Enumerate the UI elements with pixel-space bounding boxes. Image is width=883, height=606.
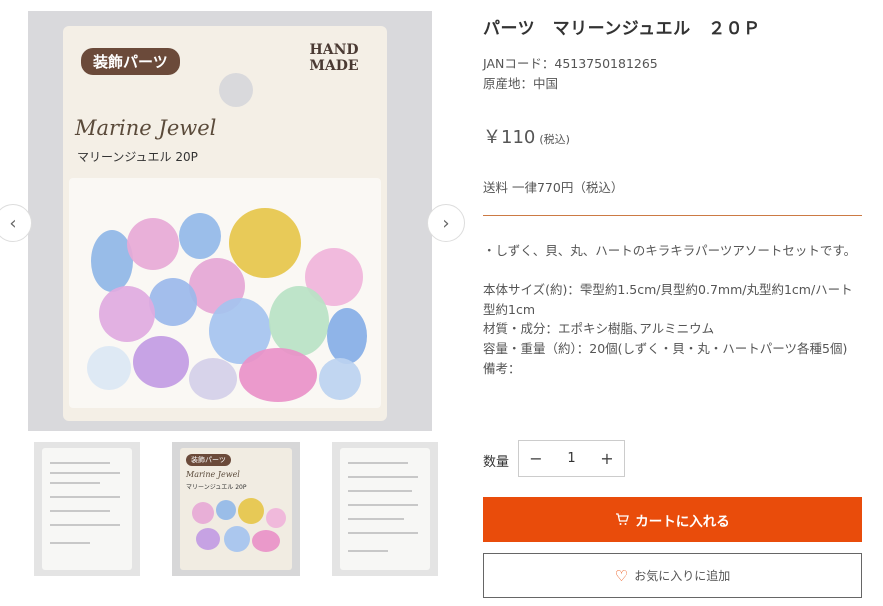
jewel (269, 286, 329, 356)
thumbnail-line (348, 462, 408, 464)
thumbnail-line (348, 504, 418, 506)
thumbnail-line (50, 472, 120, 474)
jewel (99, 286, 155, 342)
jewel (216, 500, 236, 520)
hang-hole (219, 73, 253, 107)
thumbnail-line (348, 490, 412, 492)
price-value: ￥110 (483, 127, 536, 148)
jewel (133, 336, 189, 388)
cart-icon (616, 513, 630, 525)
thumbnail-line (50, 542, 90, 544)
add-to-favorites-button[interactable]: ♡ お気に入りに追加 (483, 553, 862, 598)
jewel (149, 278, 197, 326)
thumbnail-line (348, 532, 418, 534)
jan-code: JANコード：4513750181265 (483, 56, 658, 71)
gallery-next-button[interactable]: › (427, 204, 465, 242)
add-to-favorites-label: お気に入りに追加 (634, 569, 731, 583)
jewel (266, 508, 286, 528)
thumbnail-strip: 装飾パーツ Marine Jewel マリーンジュエル 20P (34, 442, 438, 576)
package-card: 装飾パーツ HAND MADE Marine Jewel マリーンジュエル 20… (63, 26, 387, 421)
tax-note: (税込) (539, 133, 570, 146)
heart-icon: ♡ (614, 567, 629, 585)
package-badge: 装飾パーツ (81, 48, 180, 75)
jewel (319, 358, 361, 400)
jewel (238, 498, 264, 524)
thumbnail-back[interactable] (34, 442, 140, 576)
add-to-cart-label: カートに入れる (635, 513, 730, 529)
thumbnail-back-2[interactable] (332, 442, 438, 576)
jewel (192, 502, 214, 524)
shipping-info: 送料 一律770円（税込） (483, 180, 624, 195)
jewel (127, 218, 179, 270)
thumbnail-badge: 装飾パーツ (186, 454, 231, 466)
jewel (229, 208, 301, 278)
thumbnail-line (50, 496, 120, 498)
product-description: ・しずく、貝、丸、ハートのキラキラパーツアソートセットです。 本体サイズ(約)：… (483, 243, 857, 376)
quantity-input[interactable] (553, 451, 590, 466)
add-to-cart-button[interactable]: カートに入れる (483, 497, 862, 542)
thumbnail-line (50, 510, 110, 512)
jewel (239, 348, 317, 402)
thumbnail-line (348, 476, 418, 478)
divider (483, 215, 862, 216)
jewel (252, 530, 280, 552)
quantity-increase-button[interactable]: + (590, 449, 624, 468)
product-gallery: 装飾パーツ HAND MADE Marine Jewel マリーンジュエル 20… (0, 0, 466, 606)
main-product-image[interactable]: 装飾パーツ HAND MADE Marine Jewel マリーンジュエル 20… (28, 11, 432, 431)
thumbnail-line (50, 462, 110, 464)
package-subtitle: マリーンジュエル 20P (77, 150, 198, 164)
chevron-left-icon: ‹ (9, 212, 17, 234)
jewel-bag (69, 178, 381, 408)
package-brand: Marine Jewel (75, 116, 217, 140)
thumbnail-line (348, 550, 388, 552)
jewel (87, 346, 131, 390)
thumbnail-paper (42, 448, 132, 570)
origin: 原産地：中国 (483, 76, 559, 91)
thumbnail-line (50, 524, 120, 526)
jewel (179, 213, 221, 259)
thumbnail-line (348, 518, 404, 520)
price: ￥110 (税込) (483, 123, 570, 149)
quantity-label: 数量 (483, 455, 510, 470)
jewel (327, 308, 367, 364)
quantity-decrease-button[interactable]: − (519, 449, 553, 468)
quantity-stepper: − + (518, 440, 625, 477)
thumbnail-front[interactable]: 装飾パーツ Marine Jewel マリーンジュエル 20P (172, 442, 300, 576)
thumbnail-brand: Marine Jewel (186, 470, 240, 479)
jewel (196, 528, 220, 550)
thumbnail-subtitle: マリーンジュエル 20P (186, 484, 247, 491)
hand-made-label: HAND MADE (309, 42, 359, 74)
thumbnail-line (50, 482, 100, 484)
product-title: パーツ マリーンジュエル ２０Ｐ (483, 19, 761, 39)
chevron-right-icon: › (442, 212, 450, 234)
jewel (224, 526, 250, 552)
jewel (189, 358, 237, 400)
